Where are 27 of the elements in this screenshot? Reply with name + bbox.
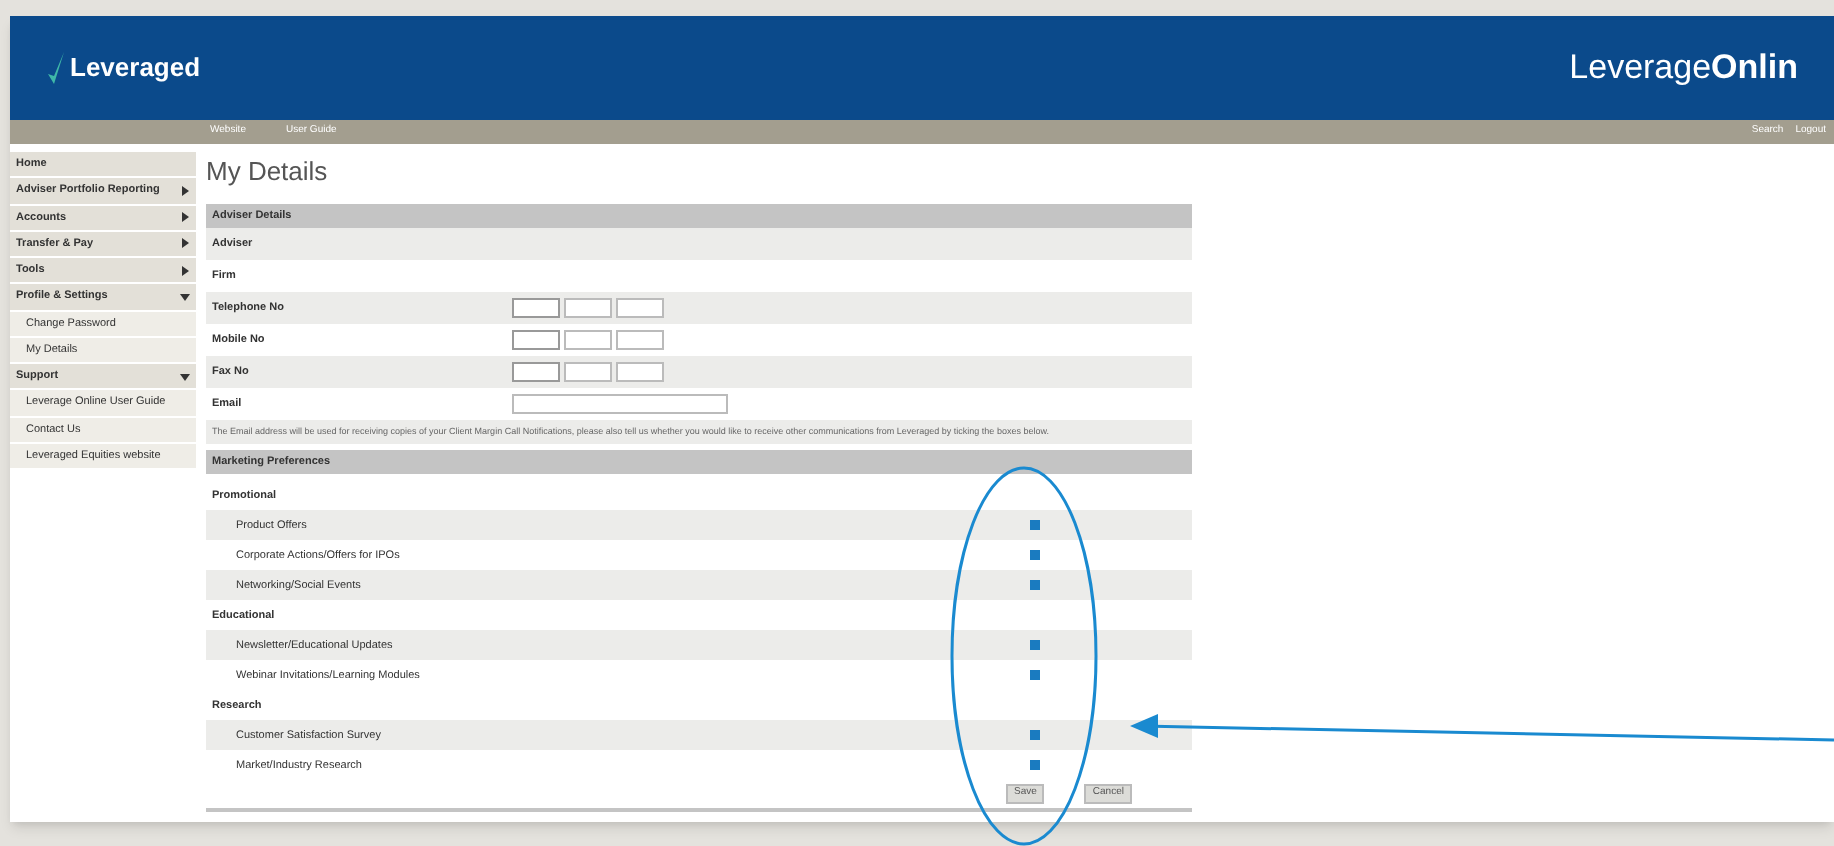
caret-down-icon xyxy=(180,371,190,382)
caret-right-icon xyxy=(180,212,190,223)
phone-input[interactable] xyxy=(512,361,560,382)
phone-input[interactable] xyxy=(616,297,664,318)
checkbox[interactable] xyxy=(1030,580,1040,591)
caret-right-icon xyxy=(180,265,190,276)
phone-input[interactable] xyxy=(512,297,560,318)
caret-right-icon xyxy=(180,185,190,196)
checkbox[interactable] xyxy=(1030,760,1040,771)
email-input[interactable] xyxy=(512,393,728,414)
caret-right-icon xyxy=(180,238,190,249)
phone-input[interactable] xyxy=(512,329,560,350)
phone-input[interactable] xyxy=(564,361,612,382)
checkbox[interactable] xyxy=(1030,520,1040,531)
phone-input[interactable] xyxy=(564,297,612,318)
checkbox[interactable] xyxy=(1030,670,1040,681)
logo: Leveraged xyxy=(46,48,201,88)
phone-input[interactable] xyxy=(616,361,664,382)
phone-input[interactable] xyxy=(564,329,612,350)
checkbox[interactable] xyxy=(1030,640,1040,651)
page-title: My Details xyxy=(206,154,330,190)
checkbox[interactable] xyxy=(1030,730,1040,741)
phone-input[interactable] xyxy=(616,329,664,350)
checkbox[interactable] xyxy=(1030,550,1040,561)
check-mark-icon xyxy=(46,50,66,86)
brand-title: LeverageOnlin xyxy=(1569,46,1798,91)
caret-down-icon xyxy=(180,291,190,302)
